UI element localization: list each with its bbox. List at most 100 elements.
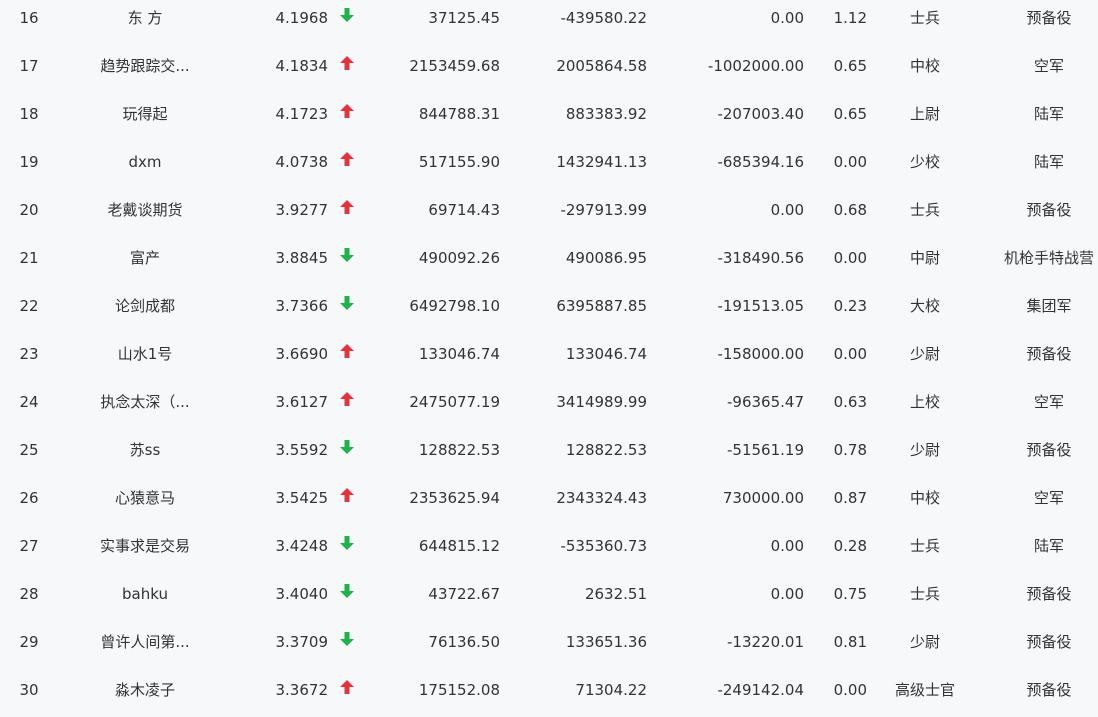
table-row[interactable]: 27 实事求是交易 3.4248 644815.12 -535360.73 0.00 0.2… [0,525,1098,573]
trader-name-cell[interactable]: 趋势跟踪交... [70,45,220,93]
trader-name-cell[interactable]: 心猿意马 [70,477,220,525]
value-2-cell: 6395887.85 [556,297,647,315]
trend-cell [338,333,356,381]
ratio-cell: 0.87 [833,489,867,507]
score-cell: 4.1723 [275,105,329,123]
unit-cell: 预备役 [1026,345,1072,363]
value-2-cell: 133046.74 [565,345,647,363]
table-row[interactable]: 25 苏ss 3.5592 128822.53 128822.53 -51561.19 0.… [0,429,1098,477]
rank-cell: 30 [19,681,39,699]
trend-cell [338,45,356,93]
trader-name-cell[interactable]: dxm [70,141,220,189]
arrow-up-icon [340,332,354,374]
value-1-cell: 175152.08 [418,681,500,699]
table-row[interactable]: 23 山水1号 3.6690 133046.74 133046.74 -158000.00… [0,333,1098,381]
trader-name-cell[interactable]: 山水1号 [70,333,220,381]
table-row[interactable]: 18 玩得起 4.1723 844788.31 883383.92 -207003.40 0… [0,93,1098,141]
ratio-cell: 0.00 [833,153,867,171]
unit-cell: 预备役 [1026,585,1072,603]
value-3-cell: 730000.00 [722,489,804,507]
arrow-down-icon [340,236,354,278]
rank-cell: 26 [19,489,39,507]
table-row[interactable]: 21 富产 3.8845 490092.26 490086.95 -318490.56 0.… [0,237,1098,285]
arrow-up-icon [340,140,354,182]
value-2-cell: 2632.51 [584,585,647,603]
value-2-cell: 2005864.58 [556,57,647,75]
trend-cell [338,237,356,285]
value-1-cell: 43722.67 [428,585,500,603]
score-cell: 4.1968 [275,9,329,27]
score-cell: 3.3709 [275,633,329,651]
arrow-up-icon [340,380,354,422]
arrow-down-icon [340,620,354,662]
value-2-cell: 2343324.43 [556,489,647,507]
table-row[interactable]: 16 东 方 4.1968 37125.45 -439580.22 0.00 1.12 士兵 预… [0,0,1098,45]
trend-cell [338,189,356,237]
unit-cell: 空军 [1033,489,1064,507]
rank-cell: 29 [19,633,39,651]
military-rank-cell: 大校 [909,297,940,315]
trend-cell [338,141,356,189]
ratio-cell: 0.00 [833,345,867,363]
trend-cell [338,381,356,429]
military-rank-cell: 少尉 [909,345,940,363]
military-rank-cell: 上尉 [909,105,940,123]
value-1-cell: 128822.53 [418,441,500,459]
military-rank-cell: 中校 [909,57,940,75]
value-3-cell: -249142.04 [717,681,804,699]
trend-cell [338,477,356,525]
unit-cell: 预备役 [1026,201,1072,219]
rank-cell: 23 [19,345,39,363]
table-row[interactable]: 24 执念太深（... 3.6127 2475077.19 3414989.99 -963… [0,381,1098,429]
table-row[interactable]: 17 趋势跟踪交... 4.1834 2153459.68 2005864.58 -100… [0,45,1098,93]
ratio-cell: 0.68 [833,201,867,219]
rank-cell: 20 [19,201,39,219]
military-rank-cell: 少尉 [909,441,940,459]
score-cell: 3.7366 [275,297,329,315]
table-row[interactable]: 19 dxm 4.0738 517155.90 1432941.13 -685394.16… [0,141,1098,189]
trend-cell [338,573,356,621]
rank-cell: 24 [19,393,39,411]
trader-name-cell[interactable]: 淼木凌子 [70,669,220,717]
unit-cell: 空军 [1033,393,1064,411]
value-3-cell: 0.00 [770,585,804,603]
table-row[interactable]: 30 淼木凌子 3.3672 175152.08 71304.22 -249142.04 0… [0,669,1098,717]
trader-name-cell[interactable]: 玩得起 [70,93,220,141]
trader-name-cell[interactable]: 苏ss [70,429,220,477]
table-row[interactable]: 22 论剑成都 3.7366 6492798.10 6395887.85 -191513.… [0,285,1098,333]
trader-name-cell[interactable]: 东 方 [70,0,220,45]
rank-cell: 17 [19,57,39,75]
value-2-cell: 883383.92 [565,105,647,123]
unit-cell: 预备役 [1026,681,1072,699]
arrow-down-icon [340,428,354,470]
trend-cell [338,525,356,573]
arrow-down-icon [340,284,354,326]
arrow-down-icon [340,0,354,38]
trader-name-cell[interactable]: 曾许人间第... [70,621,220,669]
value-1-cell: 517155.90 [418,153,500,171]
table-row[interactable]: 20 老戴谈期货 3.9277 69714.43 -297913.99 0.00 0.68 士… [0,189,1098,237]
trader-name-cell[interactable]: 实事求是交易 [70,525,220,573]
value-2-cell: -535360.73 [560,537,647,555]
score-cell: 3.9277 [275,201,329,219]
trader-name-cell[interactable]: bahku [70,573,220,621]
unit-cell: 预备役 [1026,633,1072,651]
value-3-cell: -685394.16 [717,153,804,171]
unit-cell: 机枪手特战营 [1003,249,1094,267]
ratio-cell: 0.28 [833,537,867,555]
trader-name-cell[interactable]: 富产 [70,237,220,285]
military-rank-cell: 中校 [909,489,940,507]
value-3-cell: -158000.00 [717,345,804,363]
value-2-cell: -297913.99 [560,201,647,219]
rank-cell: 16 [19,9,39,27]
value-3-cell: 0.00 [770,9,804,27]
ratio-cell: 0.63 [833,393,867,411]
value-1-cell: 133046.74 [418,345,500,363]
table-row[interactable]: 29 曾许人间第... 3.3709 76136.50 133651.36 -13220.… [0,621,1098,669]
trader-name-cell[interactable]: 论剑成都 [70,285,220,333]
trader-name-cell[interactable]: 执念太深（... [70,381,220,429]
table-row[interactable]: 28 bahku 3.4040 43722.67 2632.51 0.00 0.75 士兵 预备… [0,573,1098,621]
table-row[interactable]: 26 心猿意马 3.5425 2353625.94 2343324.43 730000.0… [0,477,1098,525]
trader-name-cell[interactable]: 老戴谈期货 [70,189,220,237]
rank-cell: 28 [19,585,39,603]
